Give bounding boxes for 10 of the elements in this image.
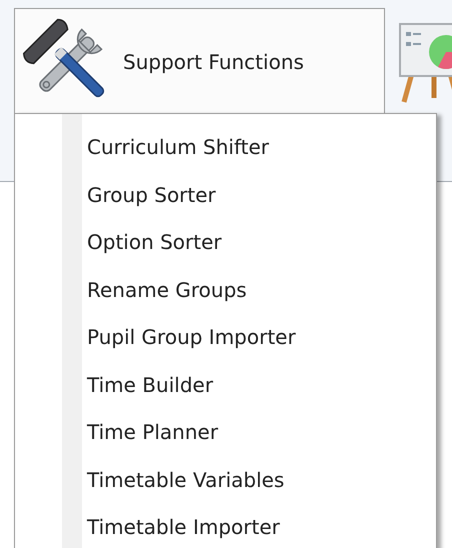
menu-item[interactable]: Rename Groups: [82, 266, 304, 314]
menu-item[interactable]: Pupil Group Importer: [82, 314, 304, 362]
menu-item[interactable]: Time Planner: [82, 409, 304, 456]
support-functions-button[interactable]: Support Functions: [14, 8, 385, 114]
menu-item[interactable]: Timetable Variables: [82, 456, 304, 504]
menu-item[interactable]: Option Sorter: [82, 219, 304, 266]
menu-item[interactable]: Timetable Importer: [82, 504, 304, 548]
menu-item[interactable]: Curriculum Shifter: [82, 124, 304, 172]
menu-item[interactable]: Group Sorter: [82, 172, 304, 219]
menu-item[interactable]: Time Builder: [82, 362, 304, 409]
